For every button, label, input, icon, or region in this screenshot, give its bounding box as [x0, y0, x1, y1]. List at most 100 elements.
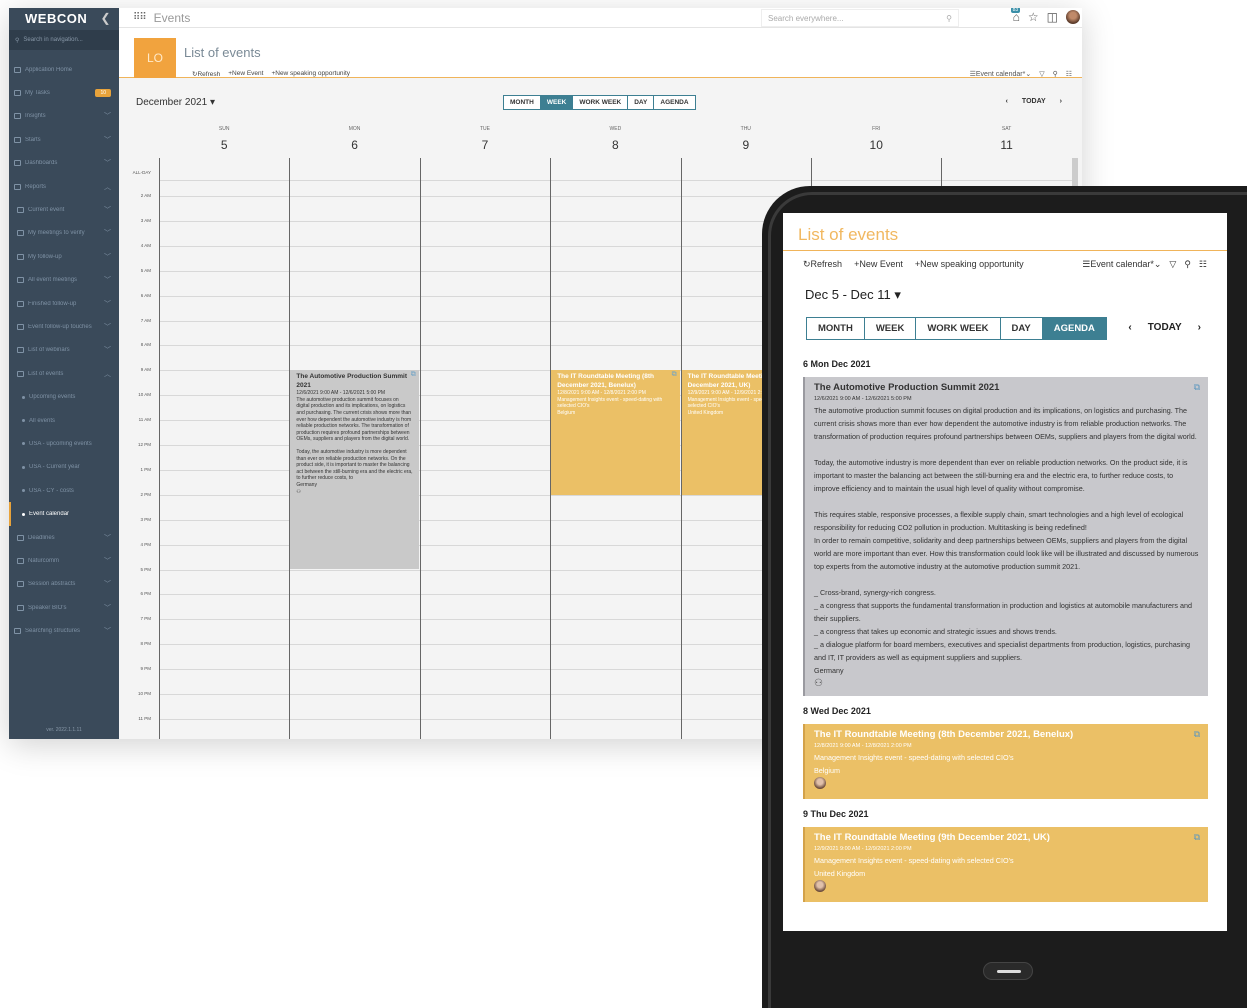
sidebar-item[interactable]: Session abstracts ﹀ [9, 573, 119, 596]
view-button-month[interactable]: MONTH [504, 96, 540, 109]
view-button-agenda[interactable]: AGENDA [1041, 318, 1106, 339]
open-in-new-icon[interactable]: ⧉ [1194, 831, 1200, 844]
chevron-down-icon[interactable]: ﹀ [104, 158, 111, 168]
chevron-down-icon[interactable]: ﹀ [104, 135, 111, 145]
sidebar-item[interactable]: Reports ︿ [9, 175, 119, 198]
tablet-new-speaking-button[interactable]: +New speaking opportunity [915, 259, 1024, 270]
sidebar-item[interactable]: Application Home [9, 58, 119, 81]
nav-search-input[interactable]: ⚲ Search in navigation... [9, 30, 119, 50]
calendar-select[interactable]: ☰Event calendar*⌄ [970, 70, 1032, 78]
sidebar-item[interactable]: Starts ﹀ [9, 128, 119, 151]
view-button-week[interactable]: WEEK [539, 96, 573, 109]
chevron-down-icon[interactable]: ﹀ [104, 626, 111, 636]
sidebar-item[interactable]: My follow-up ﹀ [9, 245, 119, 268]
sidebar-item[interactable]: Searching structures ﹀ [9, 619, 119, 642]
open-in-new-icon[interactable]: ⧉ [1194, 381, 1200, 394]
view-button-work-week[interactable]: WORK WEEK [572, 96, 628, 109]
calendar-event[interactable]: ⧉ The IT Roundtable Meeting (8th December… [551, 370, 680, 495]
tablet-refresh-button[interactable]: ↻Refresh [803, 259, 842, 270]
sidebar-item[interactable]: All event meetings ﹀ [9, 269, 119, 292]
settings-sliders-icon[interactable]: ☷ [1199, 259, 1207, 270]
sidebar-item-label: My meetings to verify [28, 230, 85, 237]
prev-button[interactable]: ‹ [1006, 98, 1008, 105]
sidebar-item[interactable]: Dashboards ﹀ [9, 152, 119, 175]
filter-icon[interactable]: ▽ [1039, 70, 1044, 78]
apps-grid-icon[interactable]: ⠿⠿ [133, 12, 147, 23]
agenda-event[interactable]: ⧉ The IT Roundtable Meeting (8th December… [803, 724, 1208, 799]
chevron-down-icon[interactable]: ﹀ [104, 299, 111, 309]
next-button[interactable]: › [1198, 322, 1201, 333]
home-button[interactable] [983, 962, 1033, 980]
collapse-chevron-icon[interactable]: ❮ [100, 11, 111, 25]
sidebar-item[interactable]: Event calendar [9, 502, 119, 527]
view-button-week[interactable]: WEEK [863, 318, 916, 339]
new-speaking-button[interactable]: +New speaking opportunity [271, 70, 350, 78]
agenda-event-paragraph: _ Cross-brand, synergy-rich congress. _ … [814, 588, 1192, 662]
sidebar-item[interactable]: Deadlines ﹀ [9, 526, 119, 549]
sidebar-item[interactable]: Upcoming events [9, 385, 119, 408]
sidebar-item[interactable]: Event follow-up touches ﹀ [9, 315, 119, 338]
notifications-badge: 83 [1010, 8, 1021, 13]
menu-item-icon [14, 183, 21, 190]
day-header: SUN 5 [159, 126, 289, 152]
search-icon[interactable]: ⚲ [946, 14, 952, 23]
chevron-down-icon[interactable]: ﹀ [104, 322, 111, 332]
date-range-selector[interactable]: Dec 5 - Dec 11 ▾ [805, 287, 901, 303]
sidebar-item[interactable]: Current event ﹀ [9, 198, 119, 221]
view-button-month[interactable]: MONTH [807, 318, 864, 339]
sidebar-item[interactable]: USA - upcoming events [9, 432, 119, 455]
report-icon[interactable]: ◫ [1047, 10, 1058, 24]
chevron-down-icon[interactable]: ﹀ [104, 345, 111, 355]
prev-button[interactable]: ‹ [1128, 322, 1131, 333]
chevron-down-icon[interactable]: ﹀ [104, 111, 111, 121]
notifications-icon[interactable]: ⌂ 83 [1010, 8, 1021, 24]
open-in-new-icon[interactable]: ⧉ [1194, 728, 1200, 741]
month-selector[interactable]: December 2021 ▾ [136, 97, 215, 108]
chevron-down-icon[interactable]: ﹀ [104, 603, 111, 613]
today-button[interactable]: TODAY [1148, 322, 1182, 333]
view-button-agenda[interactable]: AGENDA [653, 96, 695, 109]
sidebar-item[interactable]: All events [9, 409, 119, 432]
sidebar-item[interactable]: USA - CY - costs [9, 479, 119, 502]
refresh-button[interactable]: ↻Refresh [192, 70, 220, 78]
tablet-calendar-select[interactable]: ☰Event calendar*⌄ [1082, 259, 1161, 270]
sidebar-item[interactable]: My Tasks 10 [9, 81, 119, 104]
sidebar-item[interactable]: Naturcomm ﹀ [9, 549, 119, 572]
view-button-work-week[interactable]: WORK WEEK [915, 318, 1000, 339]
chevron-up-icon[interactable]: ︿ [104, 369, 111, 379]
filter-icon[interactable]: ▽ [1169, 259, 1176, 270]
sidebar-item[interactable]: My meetings to verify ﹀ [9, 222, 119, 245]
chevron-down-icon[interactable]: ﹀ [104, 533, 111, 543]
next-button[interactable]: › [1060, 98, 1062, 105]
sidebar-item[interactable]: Speaker BIO's ﹀ [9, 596, 119, 619]
view-button-day[interactable]: DAY [627, 96, 654, 109]
favorites-star-icon[interactable]: ☆ [1028, 10, 1039, 24]
chevron-down-icon[interactable]: ﹀ [104, 252, 111, 262]
chevron-down-icon[interactable]: ﹀ [104, 228, 111, 238]
agenda-event[interactable]: ⧉ The Automotive Production Summit 2021 12… [803, 377, 1208, 696]
open-in-new-icon[interactable]: ⧉ [672, 372, 677, 379]
new-event-button[interactable]: +New Event [228, 70, 263, 78]
settings-sliders-icon[interactable]: ☷ [1066, 70, 1072, 78]
sidebar-item[interactable]: Insights ﹀ [9, 105, 119, 128]
chevron-down-icon[interactable]: ﹀ [104, 579, 111, 589]
chevron-down-icon[interactable]: ﹀ [104, 275, 111, 285]
sidebar-item[interactable]: List of events ︿ [9, 362, 119, 385]
today-button[interactable]: TODAY [1022, 98, 1046, 105]
sidebar-item[interactable]: Finished follow-up ﹀ [9, 292, 119, 315]
open-in-new-icon[interactable]: ⧉ [411, 372, 416, 379]
search-icon[interactable]: ⚲ [1053, 70, 1058, 78]
sidebar-item[interactable]: List of webinars ﹀ [9, 339, 119, 362]
chevron-up-icon[interactable]: ︿ [104, 182, 111, 192]
search-icon[interactable]: ⚲ [1184, 259, 1191, 270]
user-avatar[interactable] [1066, 10, 1080, 24]
sidebar-item[interactable]: USA - Current year [9, 456, 119, 479]
tablet-new-event-button[interactable]: +New Event [854, 259, 903, 270]
agenda-event[interactable]: ⧉ The IT Roundtable Meeting (9th December… [803, 827, 1208, 902]
global-search-input[interactable]: Search everywhere... ⚲ [761, 9, 959, 27]
chevron-down-icon[interactable]: ﹀ [104, 205, 111, 215]
calendar-event[interactable]: ⧉ The Automotive Production Summit 2021 12… [290, 370, 419, 570]
chevron-down-icon[interactable]: ﹀ [104, 556, 111, 566]
sidebar-item-label: My Tasks [25, 90, 50, 97]
view-button-day[interactable]: DAY [999, 318, 1042, 339]
